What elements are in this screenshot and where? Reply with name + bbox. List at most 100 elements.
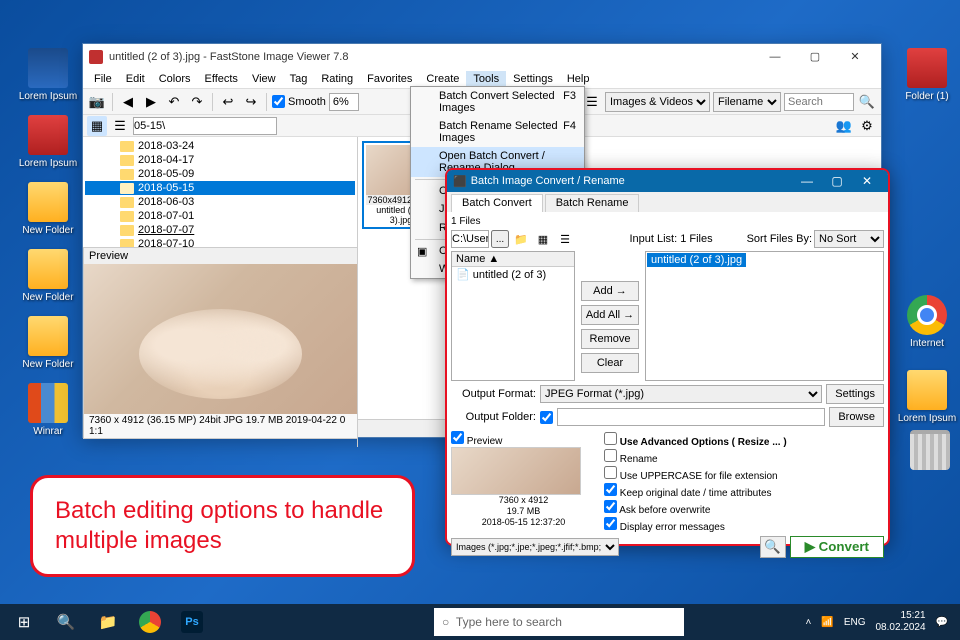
ask-overwrite-checkbox[interactable]: Ask before overwrite — [604, 500, 884, 516]
list-icon[interactable]: ☰ — [555, 229, 575, 249]
menu-rating[interactable]: Rating — [314, 71, 360, 87]
menu-favorites[interactable]: Favorites — [360, 71, 419, 87]
convert-button[interactable]: ▶ Convert — [790, 536, 884, 558]
view-icon[interactable]: ▦ — [533, 229, 553, 249]
add-all-button[interactable]: Add All → — [581, 305, 639, 325]
dialog-minimize[interactable]: — — [792, 174, 822, 188]
sort-select[interactable]: No Sort — [814, 230, 884, 248]
browse-button[interactable]: Browse — [829, 407, 884, 427]
rename-checkbox[interactable]: Rename — [604, 449, 884, 465]
folder-item[interactable]: 2018-06-03 — [85, 195, 355, 209]
output-folder-checkbox[interactable] — [540, 411, 553, 424]
output-folder-input[interactable] — [557, 408, 825, 426]
explorer-icon[interactable]: 📁 — [88, 606, 128, 638]
smooth-value[interactable] — [329, 93, 359, 111]
tab-batch-convert[interactable]: Batch Convert — [451, 194, 543, 212]
photoshop-icon[interactable]: Ps — [172, 606, 212, 638]
path-input[interactable] — [451, 230, 489, 248]
menu-colors[interactable]: Colors — [152, 71, 198, 87]
users-icon[interactable]: 👥 — [834, 116, 854, 136]
desktop-icon-chrome[interactable]: Internet — [897, 295, 957, 349]
camera-icon[interactable]: 📷 — [87, 92, 107, 112]
clock[interactable]: 15:21 08.02.2024 — [875, 610, 925, 634]
menu-create[interactable]: Create — [419, 71, 466, 87]
menu-effects[interactable]: Effects — [198, 71, 245, 87]
network-icon[interactable]: 📶 — [821, 617, 833, 628]
output-format-select[interactable]: JPEG Format (*.jpg) — [540, 385, 822, 403]
uppercase-checkbox[interactable]: Use UPPERCASE for file extension — [604, 466, 884, 482]
sort-by[interactable]: Filename — [713, 92, 781, 112]
smooth-checkbox[interactable]: Smooth — [272, 95, 326, 108]
clear-button[interactable]: Clear — [581, 353, 639, 373]
search-button[interactable]: 🔍 — [760, 536, 786, 558]
taskbar-search[interactable]: ○ Type here to search — [434, 608, 684, 636]
menu-settings[interactable]: Settings — [506, 71, 560, 87]
desktop-icon-folder[interactable]: Folder (1) — [897, 48, 957, 102]
titlebar[interactable]: untitled (2 of 3).jpg - FastStone Image … — [83, 44, 881, 69]
menu-file[interactable]: File — [87, 71, 119, 87]
add-button[interactable]: Add → — [581, 281, 639, 301]
desktop-icon-folder[interactable]: Lorem Ipsum — [18, 115, 78, 169]
desktop-icon-folder[interactable]: New Folder — [18, 182, 78, 236]
search-icon[interactable]: 🔍 — [46, 606, 86, 638]
close-button[interactable]: ✕ — [835, 44, 875, 69]
desktop-icon-app[interactable]: Lorem Ipsum — [18, 48, 78, 102]
menu-tools[interactable]: Tools — [466, 71, 506, 87]
browse-button[interactable]: ... — [491, 230, 509, 248]
file-item[interactable]: 📄 untitled (2 of 3) — [452, 267, 574, 282]
path-input[interactable] — [133, 117, 277, 135]
notifications-icon[interactable]: 💬 — [936, 617, 948, 628]
menu-tag[interactable]: Tag — [283, 71, 315, 87]
menu-view[interactable]: View — [245, 71, 283, 87]
language-indicator[interactable]: ENG — [844, 617, 866, 628]
chrome-icon[interactable] — [130, 606, 170, 638]
source-file-list[interactable]: Name ▲ 📄 untitled (2 of 3) — [451, 251, 575, 381]
minimize-button[interactable]: — — [755, 44, 795, 69]
menu-help[interactable]: Help — [560, 71, 597, 87]
list-item[interactable]: untitled (2 of 3).jpg — [647, 253, 746, 267]
view-list-icon[interactable]: ☰ — [582, 92, 602, 112]
chevron-up-icon[interactable]: ˄ — [806, 617, 812, 628]
remove-button[interactable]: Remove — [581, 329, 639, 349]
menu-batch-rename[interactable]: Batch Rename Selected ImagesF4 — [411, 117, 584, 147]
file-filter-select[interactable]: Images (*.jpg;*.jpe;*.jpeg;*.jfif;*.bmp; — [451, 538, 619, 556]
rotate-right-icon[interactable]: ↷ — [187, 92, 207, 112]
menu-edit[interactable]: Edit — [119, 71, 152, 87]
preview-checkbox[interactable]: Preview — [451, 436, 502, 447]
advanced-checkbox[interactable]: Use Advanced Options ( Resize ... ) — [604, 432, 884, 448]
folder-item[interactable]: 2018-07-07 — [85, 223, 355, 237]
desktop-icon-winrar[interactable]: Winrar — [18, 383, 78, 437]
nav-icon[interactable]: 📁 — [511, 229, 531, 249]
folder-item-selected[interactable]: 2018-05-15 — [85, 181, 355, 195]
menu-batch-convert[interactable]: Batch Convert Selected ImagesF3 — [411, 87, 584, 117]
start-button[interactable]: ⊞ — [4, 606, 44, 638]
maximize-button[interactable]: ▢ — [795, 44, 835, 69]
settings-button[interactable]: Settings — [826, 384, 884, 404]
forward-icon[interactable]: ▶ — [141, 92, 161, 112]
dialog-titlebar[interactable]: ⬛ Batch Image Convert / Rename — ▢ ✕ — [447, 170, 888, 192]
dialog-maximize[interactable]: ▢ — [822, 174, 852, 188]
undo-icon[interactable]: ↩ — [218, 92, 238, 112]
type-filter[interactable]: Images & Videos — [605, 92, 710, 112]
desktop-icon-folder[interactable]: Lorem Ipsum — [897, 370, 957, 424]
thumb-view-icon[interactable]: ▦ — [87, 116, 107, 136]
keep-date-checkbox[interactable]: Keep original date / time attributes — [604, 483, 884, 499]
desktop-icon-folder[interactable]: New Folder — [18, 249, 78, 303]
folder-item[interactable]: 2018-05-09 — [85, 167, 355, 181]
folder-item[interactable]: 2018-07-01 — [85, 209, 355, 223]
redo-icon[interactable]: ↪ — [241, 92, 261, 112]
settings-icon[interactable]: ⚙ — [857, 116, 877, 136]
rotate-left-icon[interactable]: ↶ — [164, 92, 184, 112]
search-icon[interactable]: 🔍 — [857, 92, 877, 112]
dialog-close[interactable]: ✕ — [852, 174, 882, 188]
desktop-icon-folder[interactable]: New Folder — [18, 316, 78, 370]
display-errors-checkbox[interactable]: Display error messages — [604, 517, 884, 533]
folder-item[interactable]: 2018-03-24 — [85, 139, 355, 153]
tab-batch-rename[interactable]: Batch Rename — [545, 194, 640, 212]
desktop-icon-trash[interactable] — [900, 430, 960, 473]
list-view-icon[interactable]: ☰ — [110, 116, 130, 136]
search-input[interactable] — [784, 93, 854, 111]
folder-item[interactable]: 2018-04-17 — [85, 153, 355, 167]
back-icon[interactable]: ◀ — [118, 92, 138, 112]
input-file-list[interactable]: untitled (2 of 3).jpg — [645, 251, 884, 381]
